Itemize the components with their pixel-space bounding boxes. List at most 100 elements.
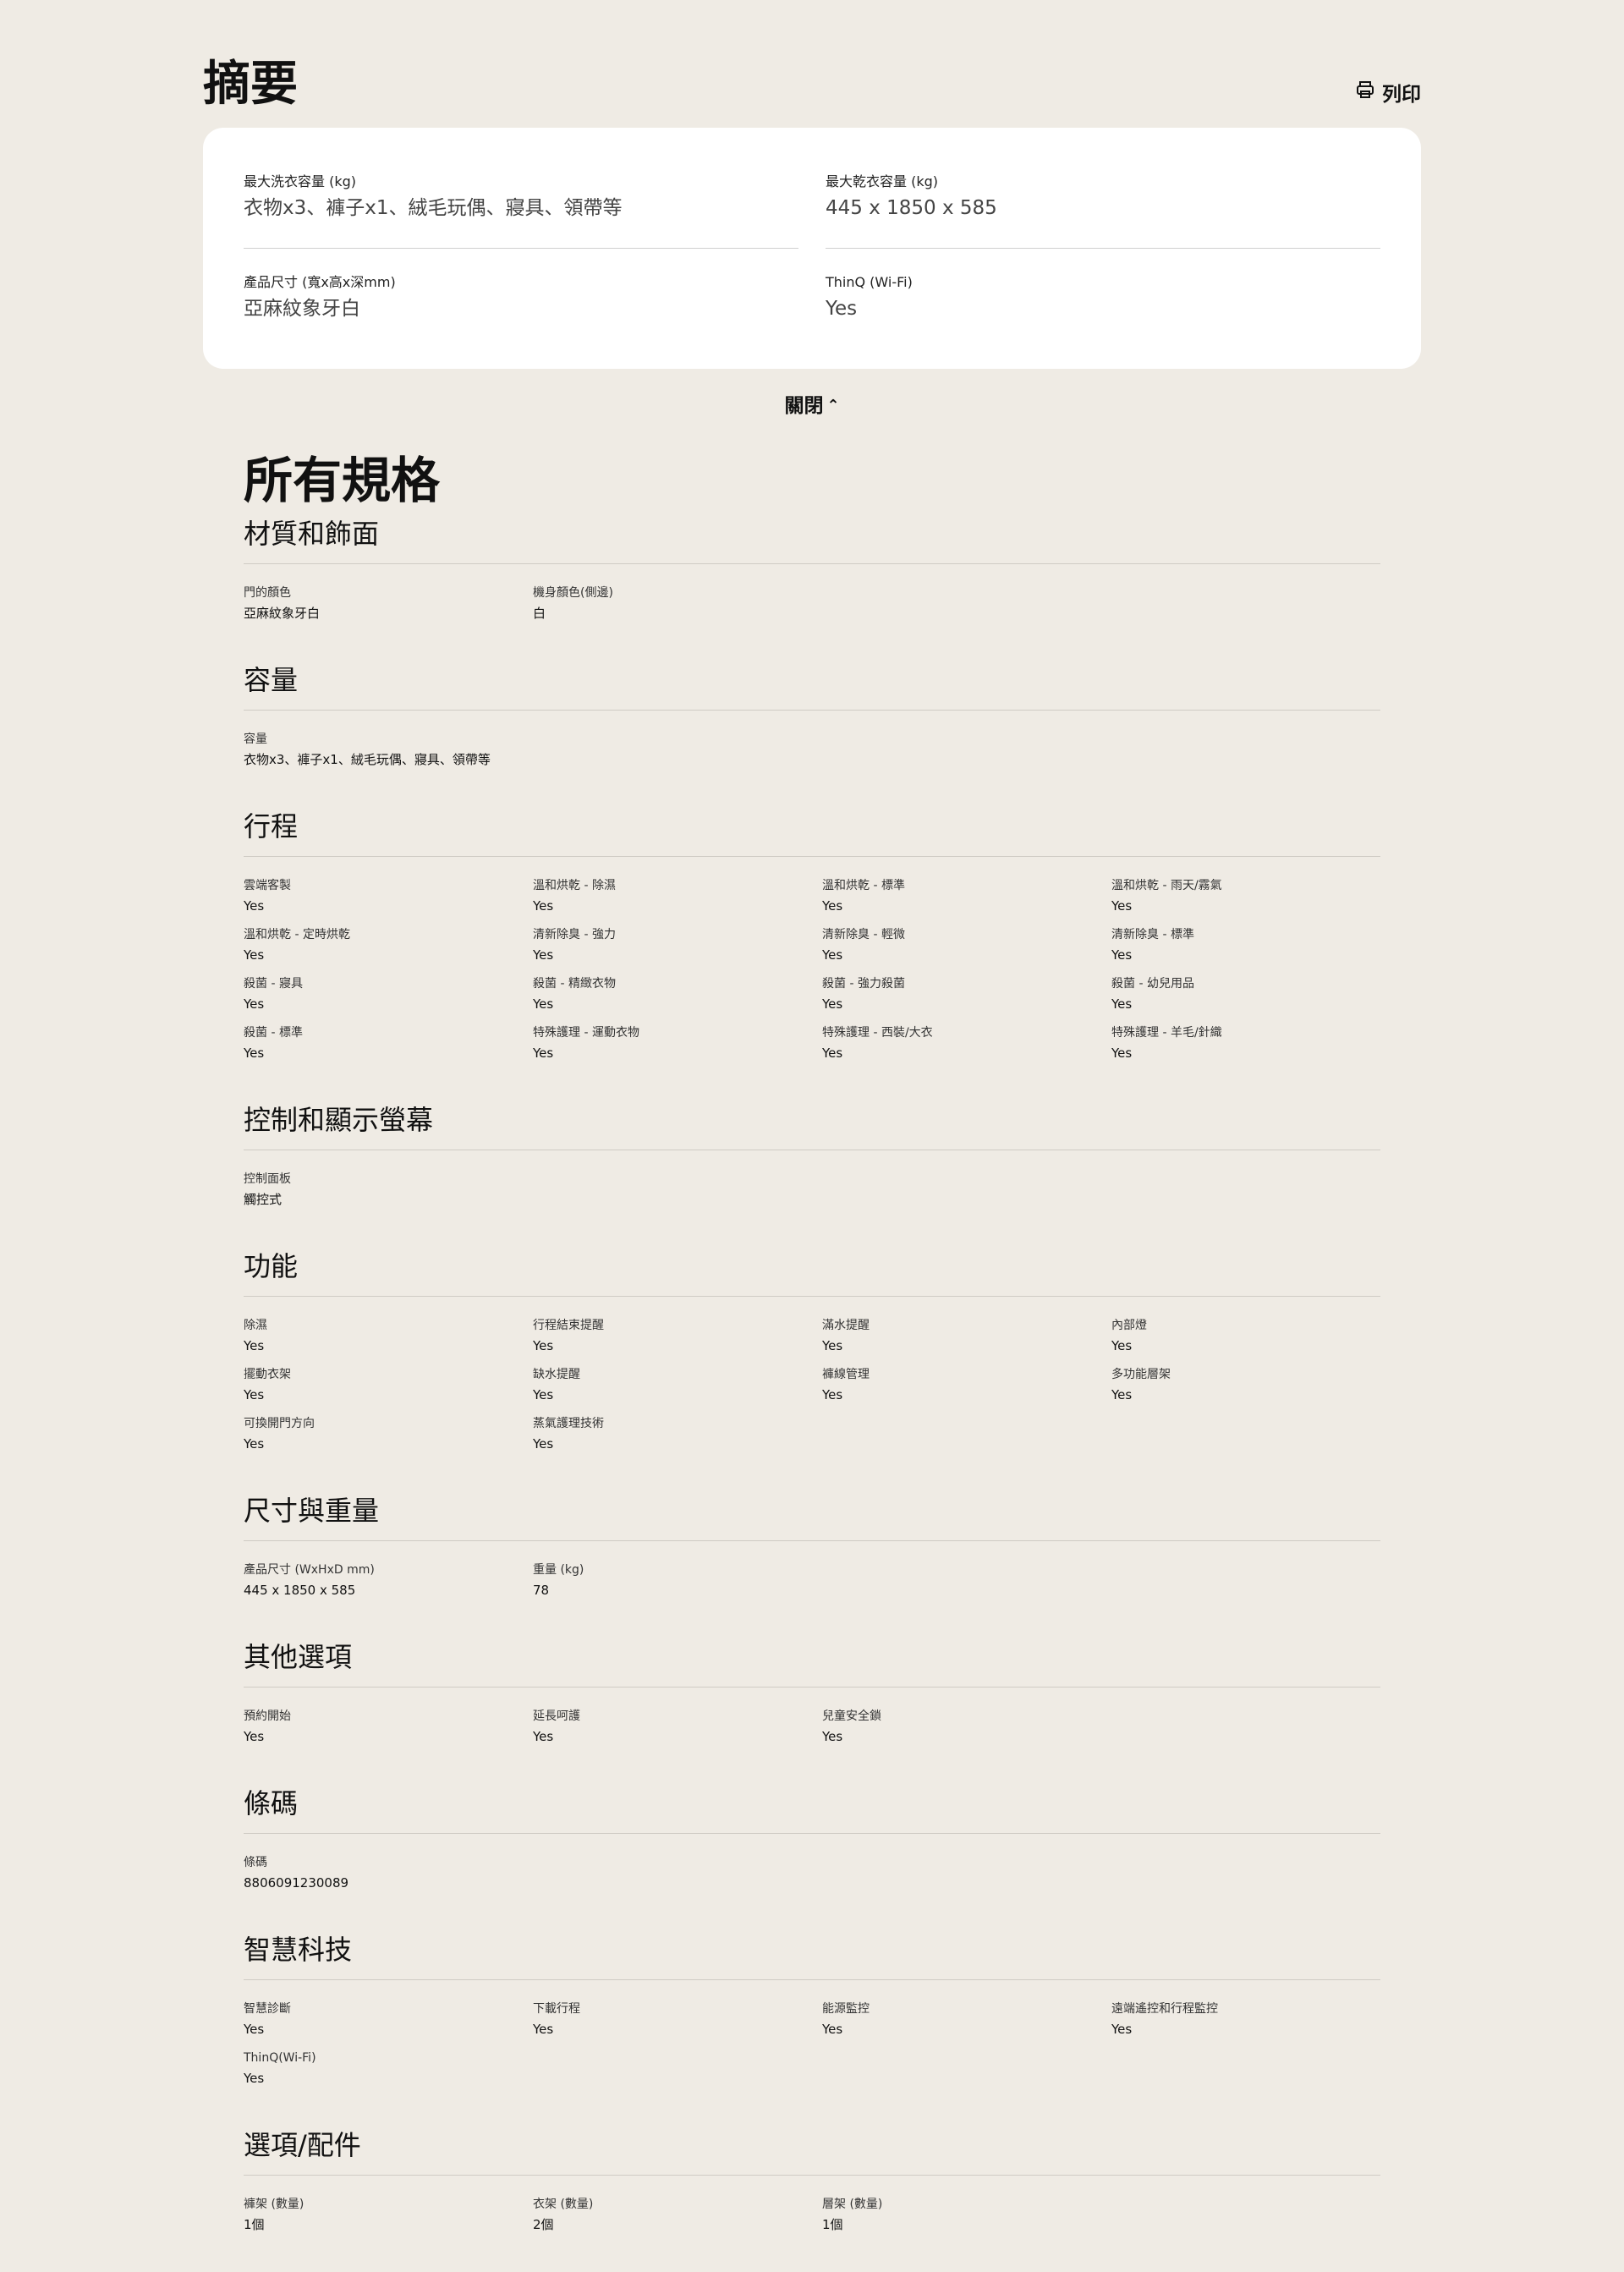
spec-item: 預約開始 Yes [244,1708,533,1757]
spec-label: 特殊護理 - 西裝/大衣 [822,1026,933,1040]
spec-label: 特殊護理 - 羊毛/針織 [1111,1026,1222,1040]
summary-item: 最大乾衣容量 (kg) 445 x 1850 x 585 [826,173,1380,222]
spec-item: 內部燈 Yes [1111,1317,1401,1366]
section-title: 材質和飾面 [244,514,1380,564]
section-title: 容量 [244,661,1380,711]
spec-label: 條碼 [244,1856,267,1869]
spec-item: 擺動衣架 Yes [244,1366,533,1415]
spec-value: Yes [244,2071,265,2086]
spec-value: Yes [244,1338,265,1353]
spec-item: 能源監控 Yes [822,2000,1111,2050]
spec-label: 殺菌 - 幼兒用品 [1111,977,1194,991]
spec-label: ThinQ(Wi-Fi) [244,2051,316,2065]
spec-value: Yes [822,996,843,1012]
spec-value: Yes [533,1338,554,1353]
spec-label: 清新除臭 - 標準 [1111,928,1194,941]
spec-item: 殺菌 - 幼兒用品 Yes [1111,975,1401,1024]
spec-section: 行程 雲端客製 Yes 溫和烘乾 - 除濕 Yes 溫和烘乾 - 標準 Yes 溫和烘乾 - … [244,807,1380,1100]
spec-section: 尺寸與重量產品尺寸 (WxHxD mm) 445 x 1850 x 585 重量 (… [244,1491,1380,1638]
spec-value: Yes [1111,1387,1133,1402]
spec-item: 條碼 8806091230089 [244,1854,533,1903]
spec-item: 溫和烘乾 - 雨天/霧氣 Yes [1111,877,1401,926]
spec-section: 其他選項 預約開始 Yes 延長呵護 Yes 兒童安全鎖 Yes [244,1638,1380,1784]
summary-title: 摘要 [203,57,298,112]
spec-label: 下載行程 [533,2002,580,2016]
spec-label: 產品尺寸 (WxHxD mm) [244,1563,375,1577]
section-title: 智慧科技 [244,1930,1380,1980]
spec-value: Yes [822,2022,843,2037]
spec-value: Yes [1111,898,1133,914]
print-button[interactable]: 列印 [1355,78,1421,107]
spec-value: Yes [244,1045,265,1061]
spec-item: 蒸氣護理技術 Yes [533,1415,822,1464]
spec-value: Yes [533,996,554,1012]
spec-label: 特殊護理 - 運動衣物 [533,1026,639,1040]
spec-item: 產品尺寸 (WxHxD mm) 445 x 1850 x 585 [244,1561,533,1611]
section-title: 條碼 [244,1784,1380,1834]
spec-value: 78 [533,1583,550,1598]
spec-section: 容量 容量 衣物x3、褲子x1、絨毛玩偶、寢具、領帶等 [244,661,1380,807]
spec-label: 內部燈 [1111,1319,1147,1332]
summary-divider [826,248,1380,249]
spec-label: 溫和烘乾 - 標準 [822,879,905,892]
summary-item-value: 445 x 1850 x 585 [826,197,997,219]
summary-item-value: 亞麻紋象牙白 [244,298,360,320]
spec-value: 1個 [244,2217,265,2232]
print-label: 列印 [1382,84,1421,106]
section-title: 控制和顯示螢幕 [244,1100,1380,1150]
summary-item: 最大洗衣容量 (kg) 衣物x3、褲子x1、絨毛玩偶、寢具、領帶等 [244,173,798,222]
spec-value: Yes [822,1387,843,1402]
spec-label: 雲端客製 [244,879,291,892]
spec-label: 缺水提醒 [533,1368,580,1381]
spec-value: Yes [533,1436,554,1452]
spec-value: Yes [244,898,265,914]
spec-item: 可換開門方向 Yes [244,1415,533,1464]
spec-value: Yes [1111,996,1133,1012]
spec-label: 溫和烘乾 - 除濕 [533,879,616,892]
spec-label: 機身顏色(側邊) [533,586,613,600]
section-title: 其他選項 [244,1638,1380,1688]
section-title: 功能 [244,1247,1380,1297]
summary-divider [244,248,798,249]
spec-value: Yes [822,898,843,914]
spec-grid: 條碼 8806091230089 [244,1834,1380,1903]
chevron-up-icon: ⌃ [826,397,840,414]
spec-item: 雲端客製 Yes [244,877,533,926]
spec-label: 殺菌 - 標準 [244,1026,303,1040]
section-title: 尺寸與重量 [244,1491,1380,1541]
spec-grid: 預約開始 Yes 延長呵護 Yes 兒童安全鎖 Yes [244,1688,1380,1757]
spec-section: 選項/配件 褲架 (數量) 1個 衣架 (數量) 2個 層架 (數量) 1個 [244,2126,1380,2272]
spec-item: 重量 (kg) 78 [533,1561,822,1611]
close-label: 關閉 [784,395,824,417]
spec-item: 溫和烘乾 - 標準 Yes [822,877,1111,926]
spec-label: 層架 (數量) [822,2198,883,2211]
spec-grid: 除濕 Yes 行程結束提醒 Yes 滿水提醒 Yes 內部燈 Yes 擺動衣架 Yes 缺水提醒 Ye… [244,1297,1380,1464]
spec-item: 延長呵護 Yes [533,1708,822,1757]
spec-item: 行程結束提醒 Yes [533,1317,822,1366]
spec-value: Yes [533,1045,554,1061]
spec-item: 衣架 (數量) 2個 [533,2196,822,2245]
spec-section: 材質和飾面 門的顏色 亞麻紋象牙白 機身顏色(側邊) 白 [244,514,1380,661]
spec-value: Yes [244,1729,265,1744]
spec-item: 機身顏色(側邊) 白 [533,584,822,634]
spec-value: Yes [1111,1338,1133,1353]
spec-label: 控制面板 [244,1172,291,1186]
summary-item: 產品尺寸 (寬x高x深mm) 亞麻紋象牙白 [244,273,798,322]
spec-label: 溫和烘乾 - 定時烘乾 [244,928,350,941]
spec-label: 溫和烘乾 - 雨天/霧氣 [1111,879,1222,892]
spec-value: Yes [244,1436,265,1452]
spec-label: 門的顏色 [244,586,291,600]
spec-item: 殺菌 - 標準 Yes [244,1024,533,1073]
printer-icon [1355,80,1375,105]
spec-section: 功能 除濕 Yes 行程結束提醒 Yes 滿水提醒 Yes 內部燈 Yes 擺動衣架 Yes 缺水提醒… [244,1247,1380,1491]
spec-item: 褲線管理 Yes [822,1366,1111,1415]
close-button[interactable]: 關閉 ⌃ [0,389,1624,418]
spec-grid: 控制面板 觸控式 [244,1150,1380,1220]
spec-label: 除濕 [244,1319,267,1332]
